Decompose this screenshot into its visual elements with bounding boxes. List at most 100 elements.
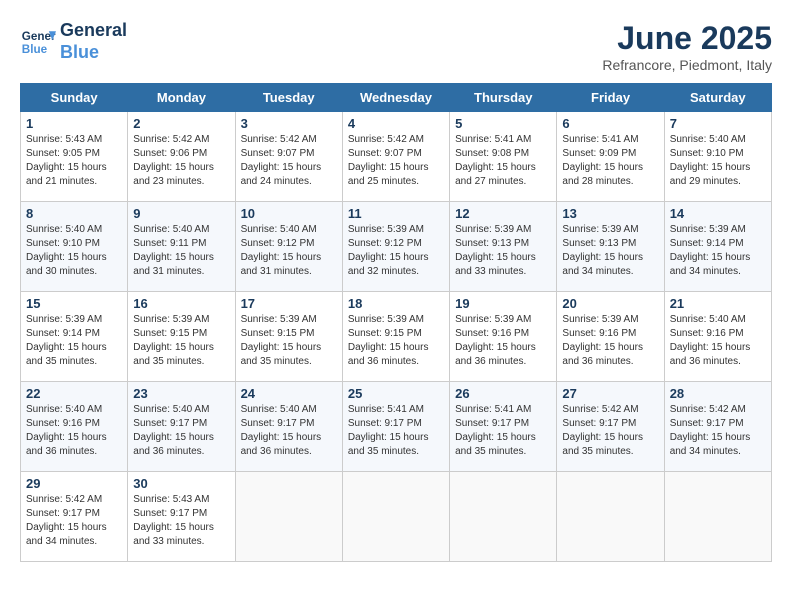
day-cell-11: 11Sunrise: 5:39 AMSunset: 9:12 PMDayligh… [342, 202, 449, 292]
day-cell-14: 14 Sunrise: 5:39 AMSunset: 9:14 PMDayligh… [664, 202, 771, 292]
day-cell-26: 26 Sunrise: 5:41 AMSunset: 9:17 PMDayligh… [450, 382, 557, 472]
weekday-header-wednesday: Wednesday [342, 84, 449, 112]
day-info: Sunrise: 5:39 AMSunset: 9:15 PMDaylight:… [133, 314, 214, 367]
day-info: Sunrise: 5:43 AMSunset: 9:05 PMDaylight:… [26, 134, 107, 187]
calendar-week-5: 29 Sunrise: 5:42 AMSunset: 9:17 PMDayligh… [21, 472, 772, 562]
day-number: 3 [241, 116, 337, 131]
day-number: 25 [348, 386, 444, 401]
weekday-header-sunday: Sunday [21, 84, 128, 112]
day-info: Sunrise: 5:39 AMSunset: 9:13 PMDaylight:… [455, 224, 536, 277]
day-info: Sunrise: 5:40 AMSunset: 9:12 PMDaylight:… [241, 224, 322, 277]
day-number: 30 [133, 476, 229, 491]
day-cell-19: 19 Sunrise: 5:39 AMSunset: 9:16 PMDayligh… [450, 292, 557, 382]
day-number: 29 [26, 476, 122, 491]
day-cell-21: 21 Sunrise: 5:40 AMSunset: 9:16 PMDayligh… [664, 292, 771, 382]
day-info: Sunrise: 5:40 AMSunset: 9:10 PMDaylight:… [670, 134, 751, 187]
day-number: 8 [26, 206, 122, 221]
day-info: Sunrise: 5:40 AMSunset: 9:16 PMDaylight:… [26, 404, 107, 457]
day-cell-29: 29 Sunrise: 5:42 AMSunset: 9:17 PMDayligh… [21, 472, 128, 562]
day-info: Sunrise: 5:42 AMSunset: 9:17 PMDaylight:… [26, 494, 107, 547]
day-info: Sunrise: 5:42 AMSunset: 9:07 PMDaylight:… [348, 134, 429, 187]
day-cell-8: 8 Sunrise: 5:40 AMSunset: 9:10 PMDaylight… [21, 202, 128, 292]
day-number: 24 [241, 386, 337, 401]
day-cell-25: 25Sunrise: 5:41 AMSunset: 9:17 PMDayligh… [342, 382, 449, 472]
day-cell-4: 4 Sunrise: 5:42 AMSunset: 9:07 PMDaylight… [342, 112, 449, 202]
day-cell-15: 15Sunrise: 5:39 AMSunset: 9:14 PMDayligh… [21, 292, 128, 382]
calendar-title: June 2025 [602, 20, 772, 57]
day-number: 19 [455, 296, 551, 311]
day-info: Sunrise: 5:41 AMSunset: 9:17 PMDaylight:… [455, 404, 536, 457]
day-number: 23 [133, 386, 229, 401]
day-cell-2: 2 Sunrise: 5:42 AMSunset: 9:06 PMDaylight… [128, 112, 235, 202]
weekday-header-saturday: Saturday [664, 84, 771, 112]
day-info: Sunrise: 5:40 AMSunset: 9:17 PMDaylight:… [133, 404, 214, 457]
day-cell-6: 6 Sunrise: 5:41 AMSunset: 9:09 PMDaylight… [557, 112, 664, 202]
day-number: 20 [562, 296, 658, 311]
day-number: 17 [241, 296, 337, 311]
day-info: Sunrise: 5:43 AMSunset: 9:17 PMDaylight:… [133, 494, 214, 547]
day-info: Sunrise: 5:39 AMSunset: 9:16 PMDaylight:… [455, 314, 536, 367]
day-info: Sunrise: 5:42 AMSunset: 9:17 PMDaylight:… [562, 404, 643, 457]
weekday-header-thursday: Thursday [450, 84, 557, 112]
day-info: Sunrise: 5:39 AMSunset: 9:15 PMDaylight:… [241, 314, 322, 367]
day-cell-5: 5Sunrise: 5:41 AMSunset: 9:08 PMDaylight… [450, 112, 557, 202]
day-cell-7: 7 Sunrise: 5:40 AMSunset: 9:10 PMDaylight… [664, 112, 771, 202]
logo-text-blue: Blue [60, 42, 127, 64]
day-cell-18: 18Sunrise: 5:39 AMSunset: 9:15 PMDayligh… [342, 292, 449, 382]
day-cell-28: 28Sunrise: 5:42 AMSunset: 9:17 PMDayligh… [664, 382, 771, 472]
day-cell-12: 12Sunrise: 5:39 AMSunset: 9:13 PMDayligh… [450, 202, 557, 292]
day-info: Sunrise: 5:42 AMSunset: 9:07 PMDaylight:… [241, 134, 322, 187]
day-info: Sunrise: 5:42 AMSunset: 9:06 PMDaylight:… [133, 134, 214, 187]
logo-text-general: General [60, 20, 127, 42]
day-cell-13: 13Sunrise: 5:39 AMSunset: 9:13 PMDayligh… [557, 202, 664, 292]
day-info: Sunrise: 5:39 AMSunset: 9:14 PMDaylight:… [26, 314, 107, 367]
day-info: Sunrise: 5:39 AMSunset: 9:12 PMDaylight:… [348, 224, 429, 277]
day-number: 1 [26, 116, 122, 131]
day-cell-27: 27Sunrise: 5:42 AMSunset: 9:17 PMDayligh… [557, 382, 664, 472]
calendar-week-2: 8 Sunrise: 5:40 AMSunset: 9:10 PMDaylight… [21, 202, 772, 292]
day-cell-23: 23 Sunrise: 5:40 AMSunset: 9:17 PMDayligh… [128, 382, 235, 472]
day-info: Sunrise: 5:39 AMSunset: 9:14 PMDaylight:… [670, 224, 751, 277]
logo: General Blue General Blue [20, 20, 127, 63]
day-number: 14 [670, 206, 766, 221]
day-info: Sunrise: 5:41 AMSunset: 9:09 PMDaylight:… [562, 134, 643, 187]
day-info: Sunrise: 5:39 AMSunset: 9:16 PMDaylight:… [562, 314, 643, 367]
day-number: 22 [26, 386, 122, 401]
day-cell-17: 17 Sunrise: 5:39 AMSunset: 9:15 PMDayligh… [235, 292, 342, 382]
day-cell-9: 9Sunrise: 5:40 AMSunset: 9:11 PMDaylight… [128, 202, 235, 292]
day-info: Sunrise: 5:40 AMSunset: 9:17 PMDaylight:… [241, 404, 322, 457]
day-number: 16 [133, 296, 229, 311]
day-number: 9 [133, 206, 229, 221]
day-info: Sunrise: 5:42 AMSunset: 9:17 PMDaylight:… [670, 404, 751, 457]
calendar-week-3: 15Sunrise: 5:39 AMSunset: 9:14 PMDayligh… [21, 292, 772, 382]
svg-text:Blue: Blue [22, 42, 48, 55]
calendar-table: SundayMondayTuesdayWednesdayThursdayFrid… [20, 83, 772, 562]
weekday-header-friday: Friday [557, 84, 664, 112]
empty-cell [664, 472, 771, 562]
day-cell-22: 22 Sunrise: 5:40 AMSunset: 9:16 PMDayligh… [21, 382, 128, 472]
day-cell-30: 30 Sunrise: 5:43 AMSunset: 9:17 PMDayligh… [128, 472, 235, 562]
weekday-header-row: SundayMondayTuesdayWednesdayThursdayFrid… [21, 84, 772, 112]
day-info: Sunrise: 5:40 AMSunset: 9:16 PMDaylight:… [670, 314, 751, 367]
day-number: 10 [241, 206, 337, 221]
calendar-subtitle: Refrancore, Piedmont, Italy [602, 57, 772, 73]
day-cell-1: 1 Sunrise: 5:43 AMSunset: 9:05 PMDaylight… [21, 112, 128, 202]
day-number: 7 [670, 116, 766, 131]
day-number: 26 [455, 386, 551, 401]
day-cell-20: 20 Sunrise: 5:39 AMSunset: 9:16 PMDayligh… [557, 292, 664, 382]
day-info: Sunrise: 5:39 AMSunset: 9:13 PMDaylight:… [562, 224, 643, 277]
day-number: 21 [670, 296, 766, 311]
day-number: 4 [348, 116, 444, 131]
calendar-week-4: 22 Sunrise: 5:40 AMSunset: 9:16 PMDayligh… [21, 382, 772, 472]
day-number: 18 [348, 296, 444, 311]
day-number: 2 [133, 116, 229, 131]
empty-cell [235, 472, 342, 562]
day-cell-16: 16 Sunrise: 5:39 AMSunset: 9:15 PMDayligh… [128, 292, 235, 382]
title-area: June 2025 Refrancore, Piedmont, Italy [602, 20, 772, 73]
day-number: 5 [455, 116, 551, 131]
empty-cell [557, 472, 664, 562]
day-number: 6 [562, 116, 658, 131]
calendar-week-1: 1 Sunrise: 5:43 AMSunset: 9:05 PMDaylight… [21, 112, 772, 202]
day-info: Sunrise: 5:40 AMSunset: 9:10 PMDaylight:… [26, 224, 107, 277]
empty-cell [342, 472, 449, 562]
